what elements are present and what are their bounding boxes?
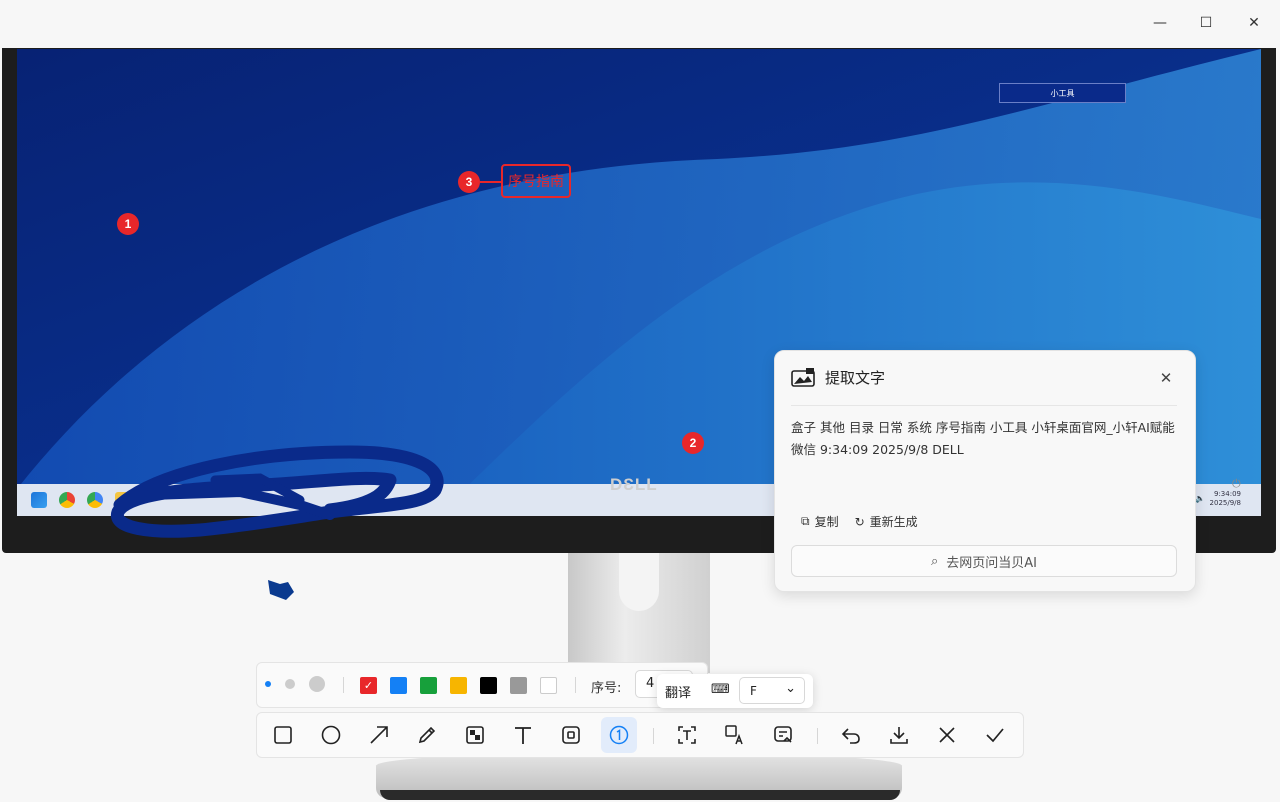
check-icon (986, 728, 1004, 743)
translate-popup: 翻译 ⌨ F ⌄ (657, 674, 813, 708)
rectangle-icon (274, 726, 292, 744)
marker-1[interactable]: 1 (117, 213, 139, 235)
windows-start-icon (31, 492, 47, 508)
summary-icon (774, 726, 792, 743)
close-window-button[interactable]: ✕ (1234, 8, 1274, 38)
sequence-label: 序号: (591, 681, 622, 696)
color-black[interactable] (480, 677, 497, 694)
arrow-tool[interactable] (361, 717, 397, 753)
ocr-header: 提取文字 (791, 367, 885, 388)
tray-clock: 9:34:09 2025/9/8 (1210, 490, 1241, 508)
folder-icon (115, 492, 131, 508)
copy-icon: ⧉ (801, 514, 810, 528)
translate-icon (725, 725, 743, 745)
cancel-button[interactable] (929, 717, 965, 753)
pen-blob (268, 580, 294, 600)
ellipse-tool[interactable] (313, 717, 349, 753)
text-icon (515, 727, 531, 744)
serial-number-icon (609, 725, 629, 745)
chevron-down-icon: ⌄ (785, 681, 796, 696)
ocr-divider (791, 405, 1177, 406)
minimize-button[interactable]: — (1140, 8, 1180, 38)
download-button[interactable] (881, 717, 917, 753)
serial-number-tool[interactable] (601, 717, 637, 753)
ocr-tool[interactable] (669, 717, 705, 753)
ai-search-icon: ⌕ (930, 553, 939, 569)
text-tool[interactable] (505, 717, 541, 753)
separator (343, 677, 344, 693)
ellipse-icon (321, 725, 341, 745)
ocr-actions: ⧉ 复制 ↻ 重新生成 (801, 513, 918, 530)
volume-icon: 🔈 (1195, 494, 1205, 503)
tray-time: 9:34:09 (1214, 490, 1241, 498)
chrome-icon (59, 492, 75, 508)
size-medium[interactable] (285, 679, 295, 689)
summary-tool[interactable] (765, 717, 801, 753)
tray-date: 2025/9/8 (1209, 499, 1241, 507)
color-yellow[interactable] (450, 677, 467, 694)
desktop-label-box: 小工具 (999, 83, 1126, 103)
language-value: F (750, 684, 757, 698)
size-large[interactable] (309, 676, 325, 692)
mosaic-tool[interactable] (457, 717, 493, 753)
keyboard-icon[interactable]: ⌨ (711, 682, 730, 697)
monitor-foot (380, 790, 900, 800)
mosaic-icon (466, 726, 484, 744)
pen-icon (418, 726, 436, 744)
dell-logo: DƐLL (610, 475, 658, 494)
translate-tool[interactable] (717, 717, 753, 753)
pen-tool[interactable] (409, 717, 445, 753)
maximize-button[interactable]: ☐ (1186, 8, 1226, 38)
color-green[interactable] (420, 677, 437, 694)
style-toolbar: ✓ 序号: 4 (256, 662, 708, 708)
eraser-tool[interactable] (553, 717, 589, 753)
ask-ai-label: 去网页问当贝AI (946, 555, 1037, 571)
color-red[interactable]: ✓ (360, 677, 377, 694)
marker-3[interactable]: 3 (458, 171, 480, 193)
marker-2[interactable]: 2 (682, 432, 704, 454)
separator (653, 728, 654, 744)
browser-icon (87, 492, 103, 508)
close-icon (939, 727, 955, 743)
ask-ai-button[interactable]: ⌕ 去网页问当贝AI (791, 545, 1177, 577)
extract-text-icon (791, 367, 815, 387)
copy-label: 复制 (814, 515, 839, 529)
main-toolbar (256, 712, 1024, 758)
stand-cable-hole (619, 553, 659, 611)
confirm-button[interactable] (977, 717, 1013, 753)
separator (575, 677, 576, 693)
rectangle-tool[interactable] (265, 717, 301, 753)
ocr-title: 提取文字 (825, 369, 886, 387)
window-titlebar: — ☐ ✕ (0, 0, 1280, 48)
color-blue[interactable] (390, 677, 407, 694)
color-gray[interactable] (510, 677, 527, 694)
close-icon[interactable]: ✕ (1155, 367, 1177, 389)
color-white[interactable] (540, 677, 557, 694)
regenerate-button[interactable]: ↻ 重新生成 (855, 513, 918, 530)
arrow-icon (370, 726, 388, 744)
separator (817, 728, 818, 744)
language-select[interactable]: F ⌄ (739, 677, 805, 704)
size-small[interactable] (265, 681, 271, 687)
undo-button[interactable] (833, 717, 869, 753)
ocr-icon (678, 726, 696, 744)
translate-label: 翻译 (665, 686, 692, 701)
ocr-panel: 提取文字 ✕ 盒子 其他 目录 日常 系统 序号指南 小工具 小轩桌面官网_小轩… (774, 350, 1196, 592)
refresh-icon: ↻ (854, 514, 865, 529)
download-icon (890, 727, 908, 744)
regenerate-label: 重新生成 (869, 515, 918, 529)
marker-connector (480, 181, 502, 183)
copy-button[interactable]: ⧉ 复制 (801, 513, 839, 530)
eraser-icon (562, 726, 580, 744)
power-icon: ⏻ (1232, 477, 1241, 490)
annotation-text-box[interactable]: 序号指南 (501, 164, 571, 198)
ocr-result-text[interactable]: 盒子 其他 目录 日常 系统 序号指南 小工具 小轩桌面官网_小轩AI赋能 微信… (791, 417, 1181, 461)
undo-icon (841, 728, 860, 744)
